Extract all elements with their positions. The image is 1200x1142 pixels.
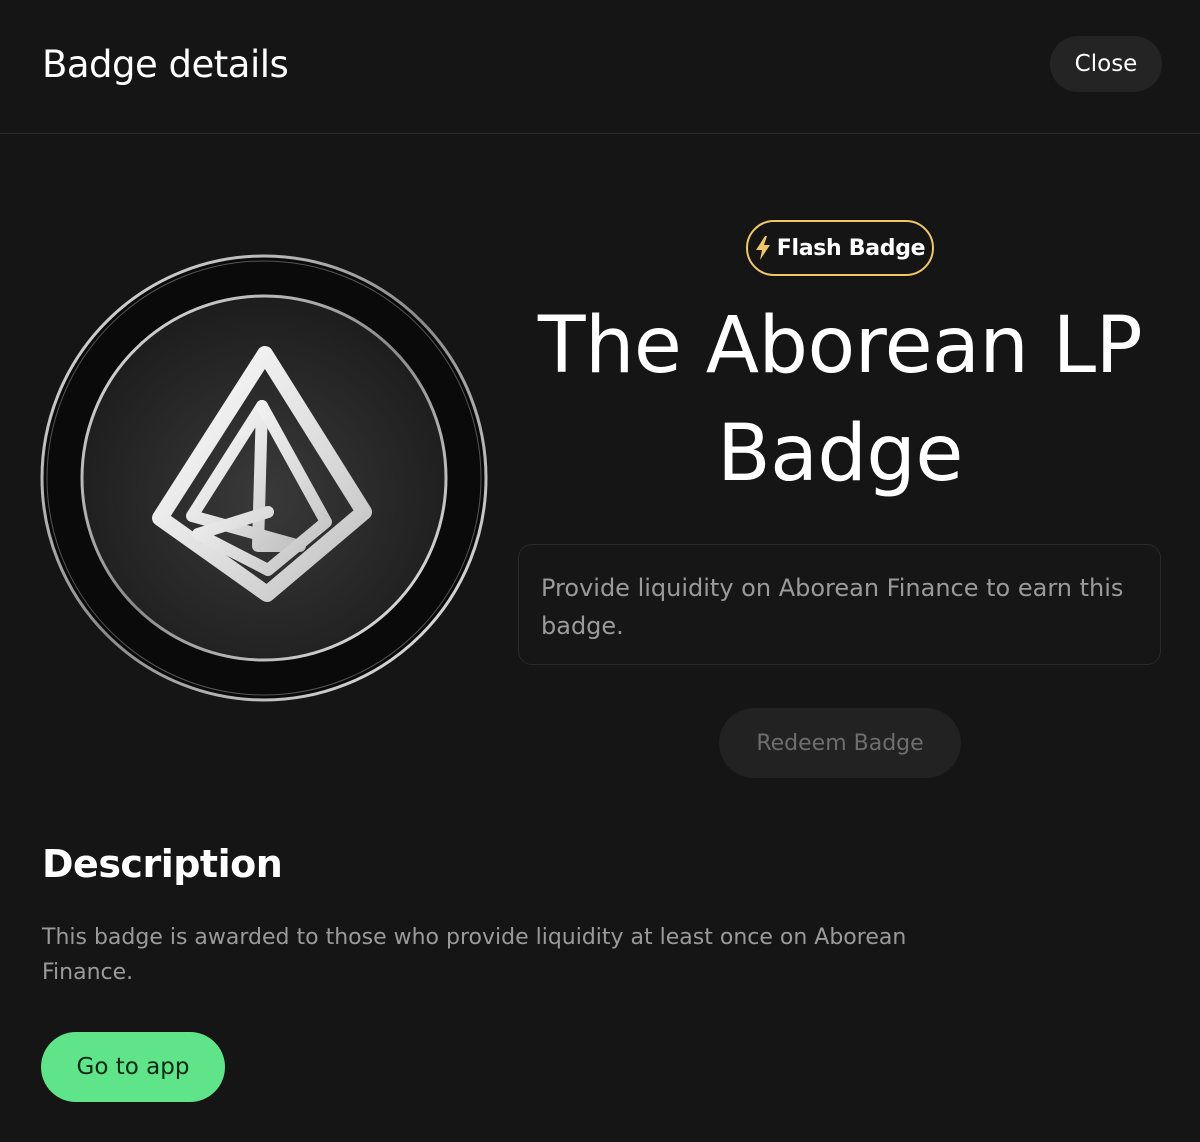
badge-details-modal: Badge details Close Flash Badge The Abor… — [0, 0, 1200, 1142]
earn-hint-box: Provide liquidity on Aborean Finance to … — [518, 544, 1161, 665]
badge-image — [40, 254, 488, 702]
description-text: This badge is awarded to those who provi… — [42, 925, 907, 985]
description-heading: Description — [42, 842, 283, 886]
aborean-logo-icon — [40, 254, 488, 702]
earn-hint-text: Provide liquidity on Aborean Finance to … — [541, 574, 1124, 640]
modal-title: Badge details — [42, 43, 289, 86]
modal-header: Badge details Close — [0, 0, 1200, 134]
badge-title: The Aborean LP Badge — [537, 301, 1143, 499]
redeem-badge-button[interactable]: Redeem Badge — [719, 708, 961, 778]
lightning-bolt-icon — [755, 236, 770, 260]
go-to-app-button[interactable]: Go to app — [41, 1032, 225, 1102]
close-button[interactable]: Close — [1050, 36, 1162, 92]
flash-badge-label: Flash Badge — [776, 235, 926, 261]
flash-badge-tag: Flash Badge — [746, 220, 934, 276]
